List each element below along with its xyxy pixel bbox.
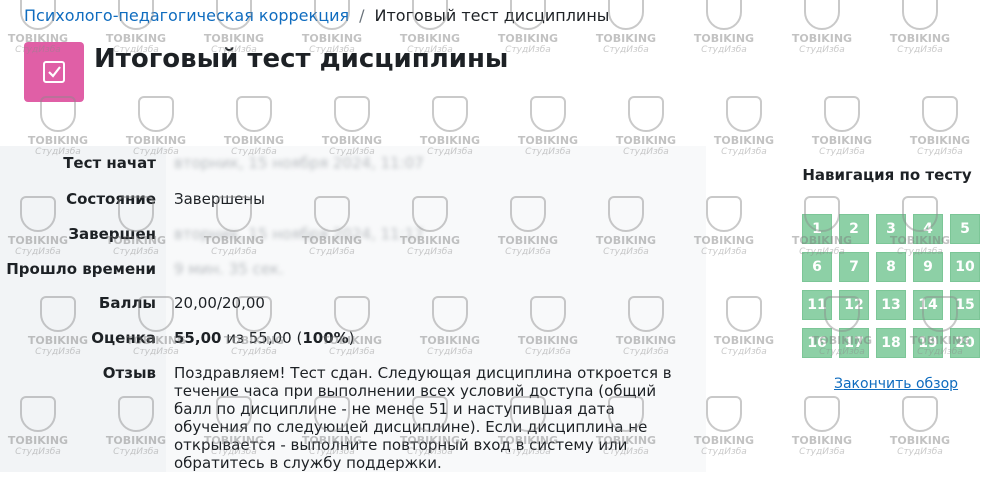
watermark: TOBIKING СтудИзба (706, 96, 782, 157)
watermark-seal-icon (432, 96, 468, 132)
watermark-sub: СтудИзба (603, 45, 649, 55)
watermark-brand: TOBIKING (693, 32, 755, 45)
page-title: Итоговый тест дисциплины (94, 44, 509, 74)
watermark-sub: СтудИзба (917, 147, 963, 157)
quiz-check-icon (24, 42, 84, 102)
question-nav-button[interactable]: 10 (950, 252, 980, 282)
started-label: Тест начат (63, 154, 156, 172)
breadcrumb-separator: / (359, 6, 365, 25)
watermark-seal-icon (628, 96, 664, 132)
marks-label: Баллы (98, 294, 156, 312)
question-nav-button[interactable]: 3 (876, 214, 906, 244)
question-nav-button[interactable]: 4 (913, 214, 943, 244)
watermark-sub: СтудИзба (721, 147, 767, 157)
grade-of: из (226, 329, 244, 347)
watermark-brand: TOBIKING (889, 32, 951, 45)
watermark-sub: СтудИзба (721, 347, 767, 357)
watermark-seal-icon (138, 96, 174, 132)
breadcrumb: Психолого-педагогическая коррекция / Итого… (24, 6, 609, 25)
watermark-seal-icon (530, 96, 566, 132)
watermark-brand: TOBIKING (791, 32, 853, 45)
question-nav-button[interactable]: 11 (802, 290, 832, 320)
question-nav-button[interactable]: 19 (913, 328, 943, 358)
watermark-sub: СтудИзба (897, 45, 943, 55)
question-nav-button[interactable]: 12 (839, 290, 869, 320)
question-nav-button[interactable]: 7 (839, 252, 869, 282)
watermark-sub: СтудИзба (799, 45, 845, 55)
watermark-sub: СтудИзба (819, 147, 865, 157)
question-nav-button[interactable]: 9 (913, 252, 943, 282)
watermark: TOBIKING СтудИзба (686, 0, 762, 55)
watermark-brand: TOBIKING (909, 134, 971, 147)
question-nav-button[interactable]: 20 (950, 328, 980, 358)
quiz-summary-table: Тест начат вторник, 15 ноября 2024, 11:0… (0, 146, 706, 472)
watermark-sub: СтудИзба (897, 447, 943, 457)
quiz-navigation-title: Навигация по тесту (802, 166, 972, 184)
watermark-seal-icon (608, 0, 644, 30)
feedback-text: Поздравляем! Тест сдан. Следующая дисцип… (174, 364, 672, 472)
watermark-seal-icon (726, 296, 762, 332)
completed-label: Завершен (68, 225, 156, 243)
question-nav-button[interactable]: 16 (802, 328, 832, 358)
watermark-seal-icon (804, 0, 840, 30)
watermark-sub: СтудИзба (799, 447, 845, 457)
watermark-seal-icon (706, 0, 742, 30)
watermark-brand: TOBIKING (791, 434, 853, 447)
watermark-brand: TOBIKING (889, 434, 951, 447)
watermark-sub: СтудИзба (701, 45, 747, 55)
quiz-navigation: Навигация по тесту 1 2 3 4 5 6 7 8 9 10 11 12 13 14 15… (790, 166, 990, 392)
watermark-seal-icon (824, 96, 860, 132)
started-value: вторник, 15 ноября 2024, 11:07 (174, 154, 424, 172)
watermark: TOBIKING СтудИзба (882, 0, 958, 55)
watermark-seal-icon (902, 396, 938, 432)
watermark-seal-icon (804, 396, 840, 432)
question-nav-button[interactable]: 5 (950, 214, 980, 244)
question-nav-button[interactable]: 8 (876, 252, 906, 282)
watermark-brand: TOBIKING (713, 134, 775, 147)
watermark-brand: TOBIKING (811, 134, 873, 147)
watermark: TOBIKING СтудИзба (784, 396, 860, 457)
question-nav-button[interactable]: 15 (950, 290, 980, 320)
watermark: TOBIKING СтудИзба (706, 296, 782, 357)
state-value: Завершены (174, 190, 266, 208)
state-label: Состояние (66, 190, 156, 208)
watermark-brand: TOBIKING (595, 32, 657, 45)
grade-score: 55,00 (174, 329, 222, 347)
duration-value: 9 мин. 35 сек. (174, 260, 284, 278)
grade-max: 55,00 (248, 329, 292, 347)
watermark: TOBIKING СтудИзба (784, 0, 860, 55)
watermark: TOBIKING СтудИзба (902, 96, 978, 157)
watermark-seal-icon (922, 96, 958, 132)
question-nav-button[interactable]: 18 (876, 328, 906, 358)
breadcrumb-course-link[interactable]: Психолого-педагогическая коррекция (24, 6, 349, 25)
breadcrumb-current: Итоговый тест дисциплины (374, 6, 610, 25)
question-nav-button[interactable]: 13 (876, 290, 906, 320)
watermark-seal-icon (706, 396, 742, 432)
completed-value: вторник, 15 ноября 2024, 11:17 (174, 225, 424, 243)
grade-value: 55,00 из 55,00 (100%) (174, 329, 355, 347)
feedback-label: Отзыв (102, 364, 156, 382)
question-nav-button[interactable]: 17 (839, 328, 869, 358)
watermark: TOBIKING СтудИзба (804, 96, 880, 157)
watermark-brand: TOBIKING (713, 334, 775, 347)
marks-value: 20,00/20,00 (174, 294, 265, 312)
watermark-seal-icon (334, 96, 370, 132)
watermark: TOBIKING СтудИзба (882, 396, 958, 457)
watermark-seal-icon (902, 0, 938, 30)
question-nav-button[interactable]: 2 (839, 214, 869, 244)
duration-label: Прошло времени (6, 260, 156, 278)
question-nav-button[interactable]: 6 (802, 252, 832, 282)
question-nav-button[interactable]: 14 (913, 290, 943, 320)
grade-percent: 100% (302, 329, 349, 347)
question-nav-button[interactable]: 1 (802, 214, 832, 244)
grade-label: Оценка (91, 329, 156, 347)
watermark-seal-icon (236, 96, 272, 132)
finish-review-link[interactable]: Закончить обзор (834, 376, 958, 392)
quiz-navigation-grid: 1 2 3 4 5 6 7 8 9 10 11 12 13 14 15 16 17 18 19 20 (802, 214, 980, 358)
watermark-seal-icon (726, 96, 762, 132)
watermark-seal-icon (706, 196, 742, 232)
